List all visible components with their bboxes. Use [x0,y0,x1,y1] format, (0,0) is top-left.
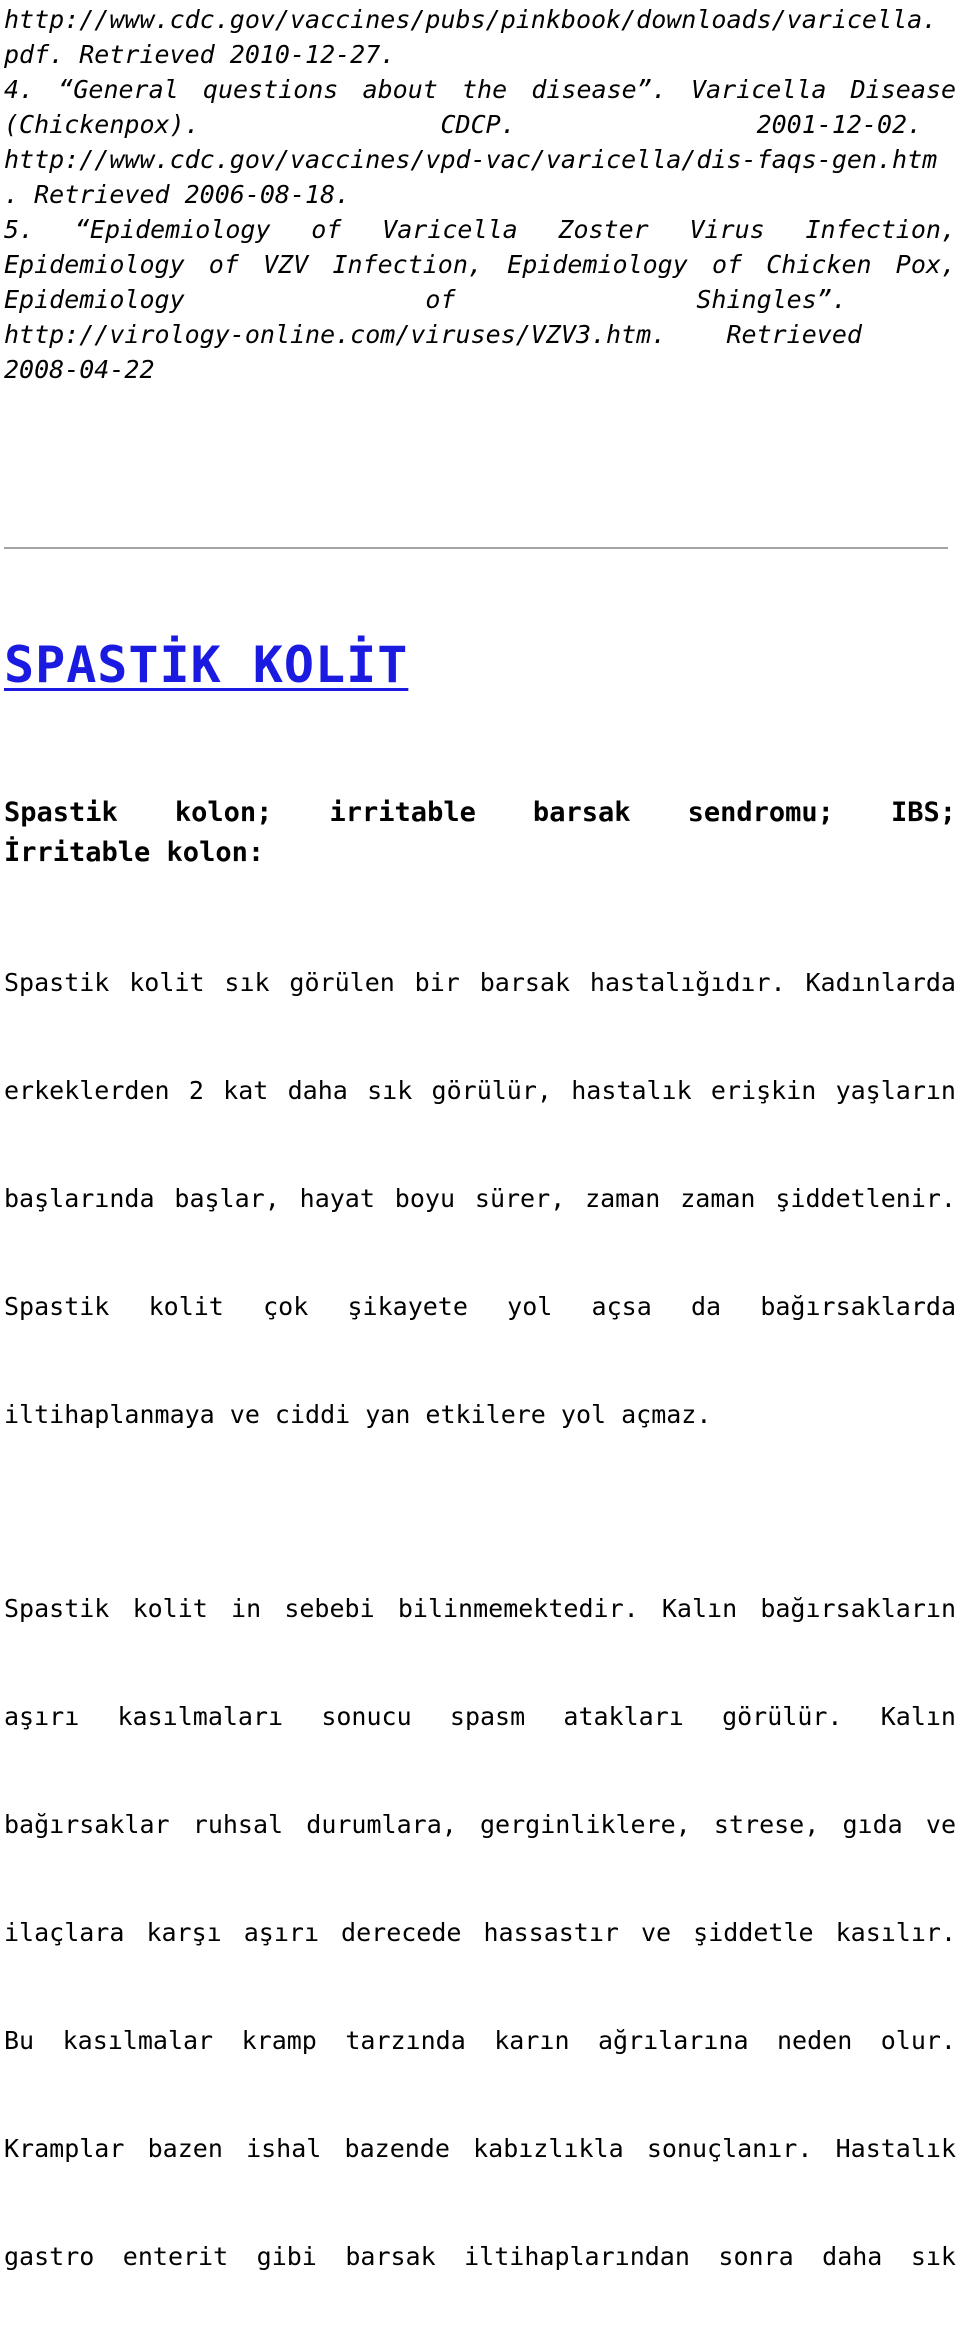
reference-line: pdf. Retrieved 2010-12-27. [4,40,396,69]
paragraph-1: Spastik kolit sık görülen bir barsak has… [4,893,956,1505]
document-page: http://www.cdc.gov/vaccines/pubs/pinkboo… [0,0,960,2271]
subtitle-line-1: Spastik kolon; irritable barsak sendromu… [4,797,956,828]
paragraph-line: ilaçlara karşı aşırı derecede hassastır … [4,1918,956,1947]
reference-line: Epidemiology of Shingles”. [4,285,847,314]
paragraph-line: Spastik kolit sık görülen bir barsak has… [4,968,956,997]
paragraph-line: aşırı kasılmaları sonucu spasm atakları … [4,1702,956,1731]
paragraph-line: bağırsaklar ruhsal durumlara, gerginlikl… [4,1810,956,1839]
body-content: Spastik kolit sık görülen bir barsak has… [4,893,956,2347]
page-title: SPASTİK KOLİT [4,636,409,694]
subtitle: Spastik kolon; irritable barsak sendromu… [4,793,956,873]
reference-line: Epidemiology of VZV Infection, Epidemiol… [4,250,956,279]
paragraph-line: Bu kasılmalar kramp tarzında karın ağrıl… [4,2026,956,2055]
section-divider [4,547,948,549]
paragraph-2: Spastik kolit in sebebi bilinmemektedir.… [4,1519,956,2347]
reference-line: (Chickenpox). CDCP. 2001-12-02. [4,110,923,139]
reference-line: http://www.cdc.gov/vaccines/pubs/pinkboo… [4,5,938,34]
paragraph-line: Spastik kolit çok şikayete yol açsa da b… [4,1292,956,1321]
subtitle-line-2: İrritable kolon: [4,837,265,868]
reference-line: 4. “General questions about the disease”… [4,75,956,104]
paragraph-line: gastro enterit gibi barsak iltihaplarınd… [4,2242,956,2271]
subtitle-container: Spastik kolon; irritable barsak sendromu… [4,793,956,873]
page-title-container: SPASTİK KOLİT [4,636,408,694]
references-block: http://www.cdc.gov/vaccines/pubs/pinkboo… [4,0,956,387]
reference-line: http://www.cdc.gov/vaccines/vpd-vac/vari… [4,145,938,174]
paragraph-line: başlarında başlar, hayat boyu sürer, zam… [4,1184,956,1213]
reference-line: 2008-04-22 [4,355,155,384]
reference-line: 5. “Epidemiology of Varicella Zoster Vir… [4,215,956,244]
reference-line: . Retrieved 2006-08-18. [4,180,351,209]
paragraph-line: Kramplar bazen ishal bazende kabızlıkla … [4,2134,956,2163]
paragraph-line: iltihaplanmaya ve ciddi yan etkilere yol… [4,1400,712,1429]
reference-line: http://virology-online.com/viruses/VZV3.… [4,320,862,349]
paragraph-line: erkeklerden 2 kat daha sık görülür, hast… [4,1076,956,1105]
paragraph-line: Spastik kolit in sebebi bilinmemektedir.… [4,1594,956,1623]
